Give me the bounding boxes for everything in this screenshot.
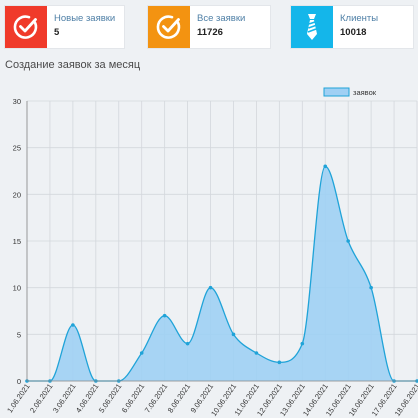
checkmark-circle-icon bbox=[13, 15, 38, 39]
y-tick-label: 30 bbox=[13, 97, 21, 106]
all-requests-card[interactable]: Все заявки 11726 bbox=[148, 6, 270, 48]
all-requests-icon-box bbox=[148, 6, 190, 48]
chart-section-title: Создание заявок за месяц bbox=[5, 59, 141, 71]
data-point bbox=[139, 351, 144, 355]
series-area-fill bbox=[27, 166, 417, 381]
data-point bbox=[323, 164, 328, 169]
y-tick-label: 25 bbox=[13, 144, 21, 153]
all-requests-value: 11726 bbox=[197, 27, 223, 38]
clients-title: Клиенты bbox=[340, 13, 379, 24]
data-point bbox=[346, 239, 350, 243]
y-tick-label: 20 bbox=[13, 190, 21, 199]
data-point bbox=[369, 285, 373, 290]
all-requests-title: Все заявки bbox=[197, 13, 246, 24]
necktie-icon bbox=[307, 14, 317, 40]
data-point bbox=[231, 332, 236, 337]
data-point bbox=[71, 323, 75, 327]
clients-card[interactable]: Клиенты 10018 bbox=[291, 6, 413, 48]
checkmark-circle-icon bbox=[156, 15, 181, 39]
data-point bbox=[185, 341, 190, 346]
data-point bbox=[254, 351, 259, 355]
data-point bbox=[162, 313, 167, 318]
requests-area-chart: 0510152025301.06.20212.06.20213.06.20214… bbox=[5, 87, 418, 418]
legend-label: заявок bbox=[353, 88, 377, 97]
new-requests-title: Новые заявки bbox=[54, 13, 116, 24]
clients-value: 10018 bbox=[340, 27, 367, 38]
legend-swatch bbox=[323, 87, 350, 97]
y-tick-label: 0 bbox=[17, 377, 21, 386]
data-point bbox=[300, 341, 305, 346]
y-tick-label: 10 bbox=[13, 284, 21, 293]
new-requests-card[interactable]: Новые заявки 5 bbox=[5, 6, 124, 48]
y-tick-label: 5 bbox=[17, 330, 21, 339]
clients-icon-box bbox=[291, 6, 333, 48]
new-requests-icon-box bbox=[5, 6, 47, 48]
data-point bbox=[208, 285, 213, 290]
y-tick-label: 15 bbox=[13, 237, 21, 246]
new-requests-value: 5 bbox=[54, 27, 60, 38]
data-point bbox=[277, 360, 282, 365]
